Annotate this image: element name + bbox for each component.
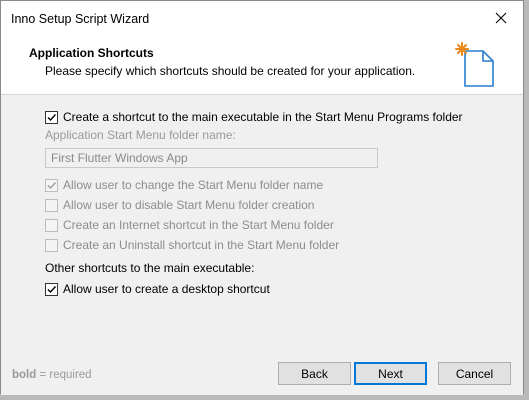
checkbox-unchecked-icon [45, 218, 58, 232]
checkbox-checked-icon [45, 282, 58, 296]
required-hint-text: = required [36, 369, 92, 381]
desktop-shortcut-label: Allow user to create a desktop shortcut [63, 282, 270, 296]
window-title: Inno Setup Script Wizard [11, 12, 150, 26]
internet-shortcut-checkbox[interactable]: Create an Internet shortcut in the Start… [45, 217, 334, 233]
footer: bold = required Back Next Cancel [1, 353, 523, 395]
page-subtitle: Please specify which shortcuts should be… [45, 64, 416, 78]
back-button[interactable]: Back [278, 362, 351, 385]
page-header: Application Shortcuts Please specify whi… [1, 39, 523, 94]
start-menu-shortcut-checkbox[interactable]: Create a shortcut to the main executable… [45, 109, 463, 125]
allow-change-folder-label: Allow user to change the Start Menu fold… [63, 178, 324, 192]
desktop-shortcut-checkbox[interactable]: Allow user to create a desktop shortcut [45, 281, 270, 297]
close-button[interactable] [479, 1, 523, 37]
other-shortcuts-label: Other shortcuts to the main executable: [45, 261, 255, 275]
internet-shortcut-label: Create an Internet shortcut in the Start… [63, 218, 334, 232]
allow-change-folder-checkbox[interactable]: Allow user to change the Start Menu fold… [45, 177, 323, 193]
uninstall-shortcut-label: Create an Uninstall shortcut in the Star… [63, 238, 340, 252]
checkbox-checked-icon [45, 178, 58, 192]
page-title: Application Shortcuts [29, 46, 154, 60]
start-menu-shortcut-label: Create a shortcut to the main executable… [63, 110, 463, 124]
wizard-window: Inno Setup Script Wizard Application Sho… [0, 0, 524, 395]
cancel-button[interactable]: Cancel [438, 362, 511, 385]
close-icon [495, 12, 507, 27]
allow-disable-folder-label: Allow user to disable Start Menu folder … [63, 198, 315, 212]
folder-name-label: Application Start Menu folder name: [45, 128, 236, 142]
checkbox-unchecked-icon [45, 238, 58, 252]
checkbox-checked-icon [45, 110, 58, 124]
checkbox-unchecked-icon [45, 198, 58, 212]
allow-disable-folder-checkbox[interactable]: Allow user to disable Start Menu folder … [45, 197, 314, 213]
required-hint: bold = required [12, 369, 92, 381]
required-hint-bold: bold [12, 369, 37, 381]
wizard-document-icon [453, 39, 503, 89]
title-bar: Inno Setup Script Wizard [1, 1, 523, 39]
uninstall-shortcut-checkbox[interactable]: Create an Uninstall shortcut in the Star… [45, 237, 339, 253]
next-button[interactable]: Next [354, 362, 427, 385]
folder-name-input[interactable]: First Flutter Windows App [45, 148, 378, 168]
